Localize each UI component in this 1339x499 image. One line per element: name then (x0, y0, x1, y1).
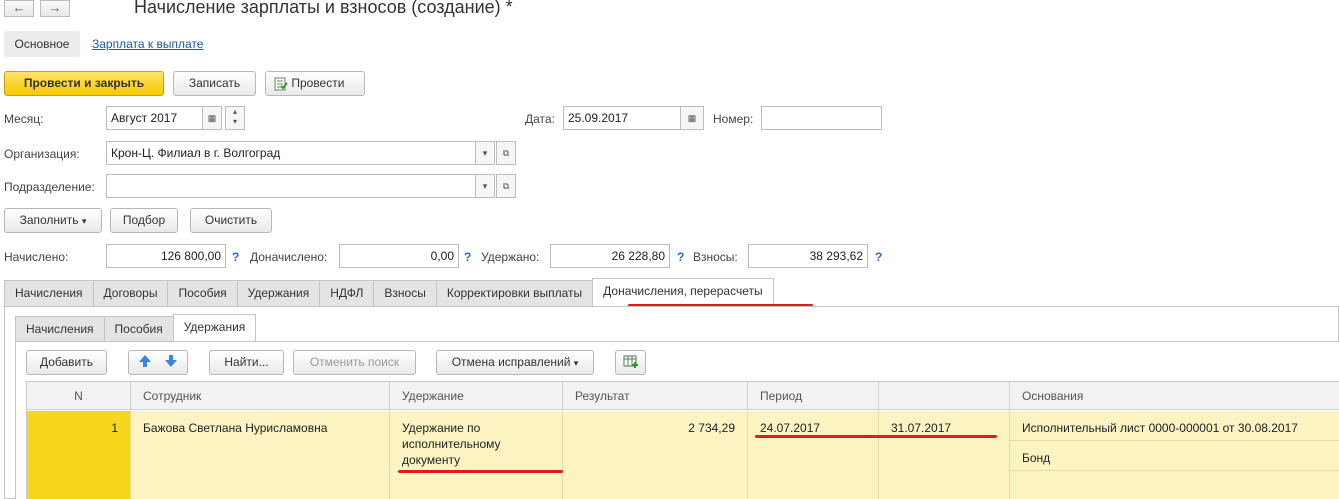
subtab-withholdings[interactable]: Удержания (172, 314, 257, 342)
select-button[interactable]: Подбор (110, 208, 178, 233)
table-cell-period-end[interactable]: 31.07.2017 (879, 411, 1010, 499)
chevron-down-icon: ▾ (81, 216, 87, 226)
fill-button[interactable]: Заполнить ▾ (4, 208, 102, 233)
arrow-down-icon[interactable] (164, 354, 178, 368)
cancel-corrections-button[interactable]: Отмена исправлений ▾ (436, 350, 594, 375)
tab-payment-adjustments[interactable]: Корректировки выплаты (435, 280, 594, 306)
date-field[interactable]: 25.09.2017 (563, 106, 681, 130)
calendar-icon[interactable]: ▦ (202, 106, 222, 130)
tab-accruals[interactable]: Начисления (4, 280, 94, 306)
main-tabs: Начисления Договоры Пособия Удержания НД… (4, 278, 774, 306)
open-icon[interactable]: ⧉ (496, 141, 516, 165)
withheld-field: 26 228,80 (550, 244, 670, 268)
number-label: Номер: (713, 112, 754, 126)
month-field[interactable]: Август 2017 (106, 106, 203, 130)
calendar-icon[interactable]: ▦ (680, 106, 704, 130)
organization-field[interactable]: Крон-Ц. Филиал в г. Волгоград (106, 141, 476, 165)
annotation-underline (398, 470, 563, 473)
sub-tabs: Начисления Пособия Удержания (15, 314, 257, 342)
find-button[interactable]: Найти... (209, 350, 284, 375)
subtab-accruals[interactable]: Начисления (15, 316, 105, 342)
tab-additional-accruals[interactable]: Доначисления, перерасчеты (592, 278, 774, 306)
page-title: Начисление зарплаты и взносов (создание)… (134, 0, 513, 17)
number-field[interactable] (761, 106, 882, 130)
table-cell-employee[interactable]: Бажова Светлана Нурисламовна (131, 411, 390, 499)
table-cell-result[interactable]: 2 734,29 (563, 411, 748, 499)
tab-contributions[interactable]: Взносы (373, 280, 437, 306)
tab-main[interactable]: Основное (4, 31, 80, 57)
column-header-n[interactable]: N (27, 382, 131, 410)
table-row-number[interactable]: 1 (27, 411, 131, 499)
post-icon (274, 77, 288, 91)
chevron-down-icon: ▾ (573, 358, 579, 368)
open-icon[interactable]: ⧉ (496, 174, 516, 198)
arrow-up-icon[interactable] (138, 354, 152, 368)
post-and-close-button[interactable]: Провести и закрыть (4, 71, 164, 96)
help-icon[interactable]: ? (677, 250, 684, 264)
fill-button-label: Заполнить (19, 213, 79, 227)
column-header-period[interactable]: Период (748, 382, 879, 410)
date-label: Дата: (525, 112, 555, 126)
table-cell-basis[interactable]: Исполнительный лист 0000-000001 от 30.08… (1010, 411, 1339, 441)
withholdings-table: N Сотрудник Удержание Результат Период О… (26, 381, 1339, 499)
annotation-underline (755, 435, 997, 438)
table-cell-basis-extra[interactable]: Бонд (1010, 441, 1339, 471)
column-header-result[interactable]: Результат (563, 382, 748, 410)
help-icon[interactable]: ? (875, 250, 882, 264)
help-icon[interactable]: ? (232, 250, 239, 264)
department-label: Подразделение: (4, 180, 95, 194)
accrued-field: 126 800,00 (106, 244, 226, 268)
back-button[interactable]: ← (4, 0, 34, 17)
additional-label: Доначислено: (250, 250, 328, 264)
column-header-basis[interactable]: Основания (1010, 382, 1339, 410)
tab-ndfl[interactable]: НДФЛ (319, 280, 375, 306)
forward-button[interactable]: → (40, 0, 70, 17)
contributions-field: 38 293,62 (748, 244, 868, 268)
additional-field: 0,00 (339, 244, 459, 268)
chevron-down-icon[interactable]: ▾ (475, 174, 495, 198)
withheld-label: Удержано: (481, 250, 540, 264)
tab-withholdings[interactable]: Удержания (236, 280, 321, 306)
chevron-down-icon[interactable]: ▾ (475, 141, 495, 165)
table-cell-period-start[interactable]: 24.07.2017 (748, 411, 879, 499)
help-icon[interactable]: ? (464, 250, 471, 264)
tab-contracts[interactable]: Договоры (92, 280, 169, 306)
save-button[interactable]: Записать (173, 71, 256, 96)
post-button[interactable]: Провести (265, 71, 365, 96)
column-header-period-end[interactable] (879, 382, 1010, 410)
column-header-employee[interactable]: Сотрудник (131, 382, 390, 410)
month-label: Месяц: (4, 112, 44, 126)
table-cell-withholding[interactable]: Удержание по исполнительному документу (390, 411, 563, 499)
cancel-corrections-label: Отмена исправлений (451, 355, 571, 369)
table-add-icon (623, 355, 638, 368)
move-buttons (128, 350, 188, 375)
tab-benefits[interactable]: Пособия (167, 280, 238, 306)
department-field[interactable] (106, 174, 476, 198)
clear-button[interactable]: Очистить (190, 208, 272, 233)
post-button-label: Провести (291, 76, 345, 90)
cancel-search-button[interactable]: Отменить поиск (293, 350, 416, 375)
add-table-row-button[interactable] (615, 350, 646, 375)
organization-label: Организация: (4, 147, 80, 161)
month-stepper[interactable]: ▴ ▾ (225, 106, 245, 130)
add-button[interactable]: Добавить (26, 350, 107, 375)
accrued-label: Начислено: (4, 250, 69, 264)
table-cell-basis-empty[interactable] (1010, 471, 1339, 499)
salary-payment-link[interactable]: Зарплата к выплате (92, 37, 203, 51)
contributions-label: Взносы: (693, 250, 738, 264)
column-header-withholding[interactable]: Удержание (390, 382, 563, 410)
subtab-benefits[interactable]: Пособия (103, 316, 174, 342)
